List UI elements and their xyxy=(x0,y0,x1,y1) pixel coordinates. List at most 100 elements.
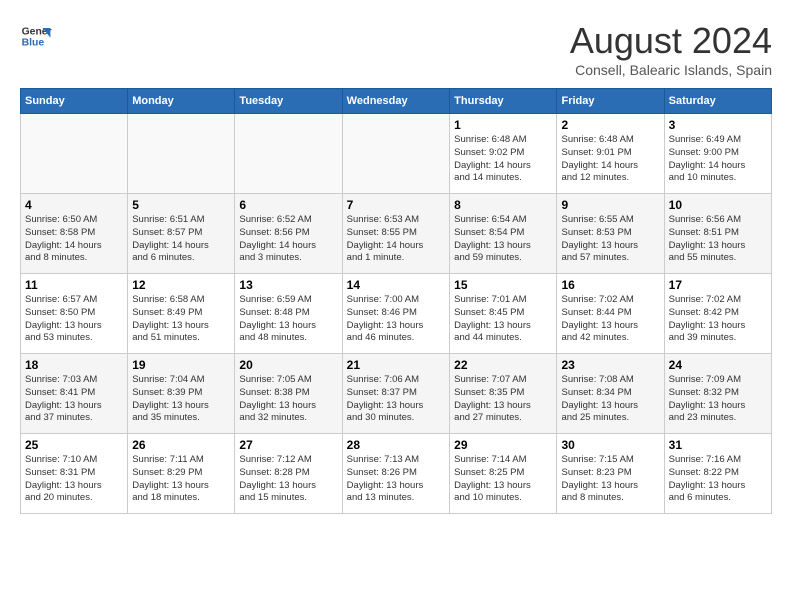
day-info: Sunrise: 6:52 AMSunset: 8:56 PMDaylight:… xyxy=(239,214,337,265)
day-number: 4 xyxy=(25,198,123,212)
day-number: 20 xyxy=(239,358,337,372)
day-number: 2 xyxy=(561,118,659,132)
calendar-cell: 10 Sunrise: 6:56 AMSunset: 8:51 PMDayligh… xyxy=(664,194,771,274)
day-info: Sunrise: 6:49 AMSunset: 9:00 PMDaylight:… xyxy=(669,134,767,185)
calendar-table: SundayMondayTuesdayWednesdayThursdayFrid… xyxy=(20,88,772,514)
day-info: Sunrise: 7:02 AMSunset: 8:44 PMDaylight:… xyxy=(561,294,659,345)
calendar-cell: 6 Sunrise: 6:52 AMSunset: 8:56 PMDaylight… xyxy=(235,194,342,274)
calendar-cell: 29 Sunrise: 7:14 AMSunset: 8:25 PMDayligh… xyxy=(450,434,557,514)
calendar-cell: 7Sunrise: 6:53 AMSunset: 8:55 PMDaylight… xyxy=(342,194,449,274)
svg-text:Blue: Blue xyxy=(22,38,45,49)
calendar-cell: 18 Sunrise: 7:03 AMSunset: 8:41 PMDayligh… xyxy=(21,354,128,434)
weekday-header-cell: Sunday xyxy=(21,89,128,114)
calendar-cell: 5Sunrise: 6:51 AMSunset: 8:57 PMDaylight… xyxy=(128,194,235,274)
calendar-cell: 26 Sunrise: 7:11 AMSunset: 8:29 PMDayligh… xyxy=(128,434,235,514)
day-info: Sunrise: 7:11 AMSunset: 8:29 PMDaylight:… xyxy=(132,454,230,505)
calendar-cell: 31Sunrise: 7:16 AMSunset: 8:22 PMDayligh… xyxy=(664,434,771,514)
day-info: Sunrise: 7:15 AMSunset: 8:23 PMDaylight:… xyxy=(561,454,659,505)
calendar-cell xyxy=(342,114,449,194)
day-number: 13 xyxy=(239,278,337,292)
day-number: 24 xyxy=(669,358,767,372)
calendar-cell: 20Sunrise: 7:05 AMSunset: 8:38 PMDayligh… xyxy=(235,354,342,434)
calendar-week-row: 1 Sunrise: 6:48 AMSunset: 9:02 PMDaylight… xyxy=(21,114,772,194)
day-info: Sunrise: 7:06 AMSunset: 8:37 PMDaylight:… xyxy=(347,374,445,425)
calendar-body: 1 Sunrise: 6:48 AMSunset: 9:02 PMDaylight… xyxy=(21,114,772,514)
day-info: Sunrise: 6:48 AMSunset: 9:01 PMDaylight:… xyxy=(561,134,659,185)
header: General Blue August 2024 Consell, Balear… xyxy=(20,20,772,78)
day-number: 9 xyxy=(561,198,659,212)
calendar-week-row: 11 Sunrise: 6:57 AMSunset: 8:50 PMDayligh… xyxy=(21,274,772,354)
day-info: Sunrise: 6:50 AMSunset: 8:58 PMDaylight:… xyxy=(25,214,123,265)
calendar-cell: 9 Sunrise: 6:55 AMSunset: 8:53 PMDaylight… xyxy=(557,194,664,274)
logo-icon: General Blue xyxy=(20,20,52,52)
calendar-cell: 24 Sunrise: 7:09 AMSunset: 8:32 PMDayligh… xyxy=(664,354,771,434)
calendar-cell: 25Sunrise: 7:10 AMSunset: 8:31 PMDayligh… xyxy=(21,434,128,514)
weekday-header-cell: Wednesday xyxy=(342,89,449,114)
day-number: 26 xyxy=(132,438,230,452)
day-info: Sunrise: 7:00 AMSunset: 8:46 PMDaylight:… xyxy=(347,294,445,345)
day-info: Sunrise: 7:09 AMSunset: 8:32 PMDaylight:… xyxy=(669,374,767,425)
day-number: 17 xyxy=(669,278,767,292)
day-info: Sunrise: 6:48 AMSunset: 9:02 PMDaylight:… xyxy=(454,134,552,185)
day-info: Sunrise: 7:14 AMSunset: 8:25 PMDaylight:… xyxy=(454,454,552,505)
day-number: 12 xyxy=(132,278,230,292)
day-number: 7 xyxy=(347,198,445,212)
day-number: 30 xyxy=(561,438,659,452)
logo: General Blue xyxy=(20,20,52,52)
day-info: Sunrise: 6:57 AMSunset: 8:50 PMDaylight:… xyxy=(25,294,123,345)
day-number: 14 xyxy=(347,278,445,292)
weekday-header-cell: Thursday xyxy=(450,89,557,114)
calendar-cell: 23 Sunrise: 7:08 AMSunset: 8:34 PMDayligh… xyxy=(557,354,664,434)
day-number: 1 xyxy=(454,118,552,132)
day-number: 27 xyxy=(239,438,337,452)
day-info: Sunrise: 7:01 AMSunset: 8:45 PMDaylight:… xyxy=(454,294,552,345)
day-number: 11 xyxy=(25,278,123,292)
day-info: Sunrise: 6:56 AMSunset: 8:51 PMDaylight:… xyxy=(669,214,767,265)
day-number: 8 xyxy=(454,198,552,212)
weekday-header-cell: Friday xyxy=(557,89,664,114)
day-number: 10 xyxy=(669,198,767,212)
day-number: 3 xyxy=(669,118,767,132)
calendar-cell: 21 Sunrise: 7:06 AMSunset: 8:37 PMDayligh… xyxy=(342,354,449,434)
day-info: Sunrise: 7:04 AMSunset: 8:39 PMDaylight:… xyxy=(132,374,230,425)
calendar-cell: 22 Sunrise: 7:07 AMSunset: 8:35 PMDayligh… xyxy=(450,354,557,434)
calendar-cell: 15 Sunrise: 7:01 AMSunset: 8:45 PMDayligh… xyxy=(450,274,557,354)
month-title: August 2024 xyxy=(570,20,772,62)
day-info: Sunrise: 6:59 AMSunset: 8:48 PMDaylight:… xyxy=(239,294,337,345)
day-info: Sunrise: 7:13 AMSunset: 8:26 PMDaylight:… xyxy=(347,454,445,505)
calendar-cell: 17Sunrise: 7:02 AMSunset: 8:42 PMDayligh… xyxy=(664,274,771,354)
day-number: 6 xyxy=(239,198,337,212)
calendar-cell: 4 Sunrise: 6:50 AMSunset: 8:58 PMDaylight… xyxy=(21,194,128,274)
day-info: Sunrise: 6:58 AMSunset: 8:49 PMDaylight:… xyxy=(132,294,230,345)
calendar-cell: 3 Sunrise: 6:49 AMSunset: 9:00 PMDaylight… xyxy=(664,114,771,194)
day-number: 29 xyxy=(454,438,552,452)
calendar-cell: 27Sunrise: 7:12 AMSunset: 8:28 PMDayligh… xyxy=(235,434,342,514)
calendar-week-row: 4 Sunrise: 6:50 AMSunset: 8:58 PMDaylight… xyxy=(21,194,772,274)
day-number: 21 xyxy=(347,358,445,372)
day-info: Sunrise: 7:10 AMSunset: 8:31 PMDaylight:… xyxy=(25,454,123,505)
title-area: August 2024 Consell, Balearic Islands, S… xyxy=(570,20,772,78)
day-info: Sunrise: 7:07 AMSunset: 8:35 PMDaylight:… xyxy=(454,374,552,425)
day-info: Sunrise: 7:03 AMSunset: 8:41 PMDaylight:… xyxy=(25,374,123,425)
calendar-cell: 1 Sunrise: 6:48 AMSunset: 9:02 PMDaylight… xyxy=(450,114,557,194)
calendar-cell xyxy=(21,114,128,194)
day-info: Sunrise: 6:55 AMSunset: 8:53 PMDaylight:… xyxy=(561,214,659,265)
calendar-cell: 28Sunrise: 7:13 AMSunset: 8:26 PMDayligh… xyxy=(342,434,449,514)
weekday-header-cell: Tuesday xyxy=(235,89,342,114)
day-number: 16 xyxy=(561,278,659,292)
day-number: 18 xyxy=(25,358,123,372)
day-number: 22 xyxy=(454,358,552,372)
weekday-header-cell: Monday xyxy=(128,89,235,114)
day-info: Sunrise: 7:16 AMSunset: 8:22 PMDaylight:… xyxy=(669,454,767,505)
day-info: Sunrise: 7:08 AMSunset: 8:34 PMDaylight:… xyxy=(561,374,659,425)
day-number: 19 xyxy=(132,358,230,372)
day-number: 15 xyxy=(454,278,552,292)
calendar-cell xyxy=(128,114,235,194)
weekday-header-cell: Saturday xyxy=(664,89,771,114)
calendar-cell: 12 Sunrise: 6:58 AMSunset: 8:49 PMDayligh… xyxy=(128,274,235,354)
day-info: Sunrise: 6:51 AMSunset: 8:57 PMDaylight:… xyxy=(132,214,230,265)
day-number: 23 xyxy=(561,358,659,372)
calendar-cell: 8Sunrise: 6:54 AMSunset: 8:54 PMDaylight… xyxy=(450,194,557,274)
calendar-cell xyxy=(235,114,342,194)
subtitle: Consell, Balearic Islands, Spain xyxy=(570,62,772,78)
